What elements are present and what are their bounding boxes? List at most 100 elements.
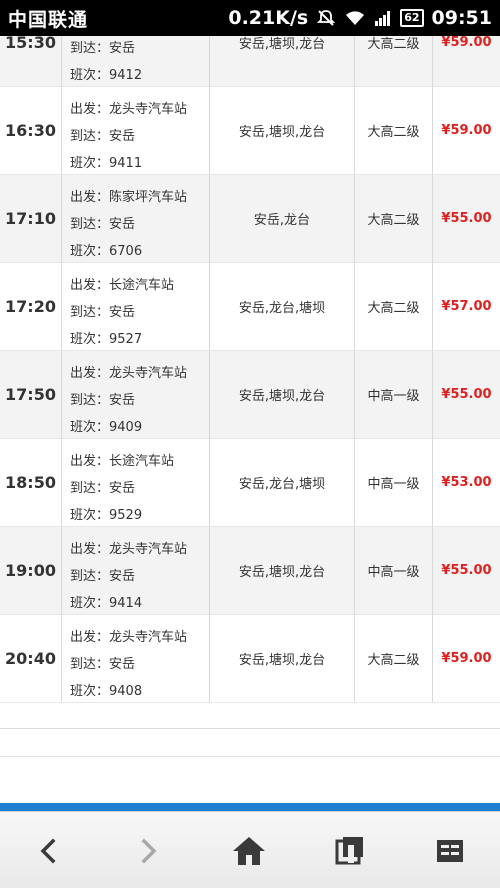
table-row[interactable]: 16:30 出发：龙头寺汽车站 到达：安岳 班次：9411 安岳,塘坝,龙台 大高二级 ¥5… [0, 87, 500, 175]
bus-number-label: 班次： [70, 508, 110, 523]
arrive-station: 到达：安岳 [70, 653, 135, 672]
bus-number-value: 6706 [109, 244, 143, 259]
depart-station: 出发：龙头寺汽车站 [70, 98, 187, 117]
schedule-table: 15:30出发：龙头寺汽车站到达：安岳班次：9412安岳,塘坝,龙台大高二级¥5… [0, 36, 500, 730]
route-info: 出发：龙头寺汽车站到达：安岳班次：9409 [62, 351, 210, 438]
route-info: 出发：龙头寺汽车站 到达：安岳 班次：9408 [62, 615, 210, 702]
tabs-button[interactable] [325, 826, 375, 876]
arrive-station-label: 到达： [70, 41, 110, 56]
bus-number-value: 9414 [109, 596, 143, 611]
via-stops: 安岳,塘坝,龙台 [210, 36, 355, 86]
menu-button[interactable] [425, 826, 475, 876]
departure-time: 19:00 [0, 527, 62, 614]
arrive-station-label: 到达： [70, 481, 110, 496]
bus-number-value: 9529 [109, 508, 143, 523]
bus-number-label: 班次： [70, 68, 110, 83]
table-row[interactable]: 17:10 出发：陈家坪汽车站 到达：安岳 班次：6706 安岳,龙台 大高二级 ¥55.0… [0, 175, 500, 263]
table-row[interactable]: 18:50 出发：长途汽车站 到达：安岳 班次：9529 安岳,龙台,塘坝 中高一级 ¥53… [0, 439, 500, 527]
table-bottom-border [0, 728, 500, 729]
departure-time: 17:50 [0, 351, 62, 438]
wifi-icon [344, 9, 366, 27]
bus-number-value: 9409 [109, 420, 143, 435]
arrive-station-value: 安岳 [109, 129, 136, 144]
depart-station: 出发：长途汽车站 [70, 274, 174, 293]
depart-station-value: 陈家坪汽车站 [109, 190, 188, 205]
arrive-station-label: 到达： [70, 393, 110, 408]
back-button[interactable] [24, 826, 74, 876]
bus-number: 班次：9527 [70, 328, 142, 347]
arrive-station: 到达：安岳 [70, 301, 135, 320]
depart-station-value: 龙头寺汽车站 [109, 630, 188, 645]
route-info: 出发：陈家坪汽车站到达：安岳班次：6706 [62, 175, 210, 262]
depart-station: 出发：龙头寺汽车站 [70, 626, 187, 645]
bus-number-label: 班次： [70, 332, 110, 347]
bus-number: 班次：9409 [70, 416, 142, 435]
depart-station: 出发：陈家坪汽车站 [70, 186, 187, 205]
arrive-station: 到达：安岳 [70, 389, 135, 408]
depart-station-value: 长途汽车站 [109, 278, 175, 293]
bus-number-value: 9408 [109, 684, 143, 699]
forward-icon [141, 838, 157, 864]
bus-number: 班次：9408 [70, 680, 142, 699]
home-icon [233, 837, 265, 865]
bus-number-label: 班次： [70, 596, 110, 611]
arrive-station: 到达：安岳 [70, 125, 135, 144]
bus-number-label: 班次： [70, 420, 110, 435]
arrive-station-value: 安岳 [109, 393, 136, 408]
departure-time: 16:30 [0, 87, 62, 174]
signal-icon [374, 9, 392, 27]
home-button[interactable] [224, 826, 274, 876]
bus-grade: 大高二级 [355, 87, 433, 174]
depart-station-label: 出发： [70, 630, 110, 645]
accent-strip [0, 803, 500, 811]
arrive-station-value: 安岳 [109, 481, 136, 496]
menu-icon [437, 840, 463, 862]
bus-number: 班次：9412 [70, 64, 142, 83]
via-stops: 安岳,龙台,塘坝 [210, 263, 355, 350]
divider [0, 756, 500, 757]
table-row[interactable]: 19:00 出发：龙头寺汽车站 到达：安岳 班次：9414 安岳,塘坝,龙台 中高一级 ¥5… [0, 527, 500, 615]
status-bar: 中国联通 0.21K/s 62 09:51 [0, 0, 500, 36]
arrive-station: 到达：安岳 [70, 37, 135, 56]
table-row[interactable]: 20:40 出发：龙头寺汽车站 到达：安岳 班次：9408 安岳,塘坝,龙台 大高二级 ¥5… [0, 615, 500, 703]
bus-number-label: 班次： [70, 684, 110, 699]
table-row[interactable]: 17:50 出发：龙头寺汽车站 到达：安岳 班次：9409 安岳,塘坝,龙台 中高一级 ¥5… [0, 351, 500, 439]
via-stops: 安岳,塘坝,龙台 [210, 615, 355, 702]
via-stops: 安岳,龙台 [210, 175, 355, 262]
bus-grade: 大高二级 [355, 615, 433, 702]
bus-number-value: 9412 [109, 68, 143, 83]
bottom-nav-bar [0, 811, 500, 888]
via-stops: 安岳,塘坝,龙台 [210, 527, 355, 614]
ticket-price: ¥55.00 [441, 387, 492, 402]
arrive-station-label: 到达： [70, 657, 110, 672]
depart-station-label: 出发： [70, 190, 110, 205]
blank-area [0, 730, 500, 803]
carrier-name: 中国联通 [8, 8, 89, 31]
depart-station-label: 出发： [70, 366, 110, 381]
depart-station-value: 长途汽车站 [109, 454, 175, 469]
departure-time: 20:40 [0, 615, 62, 702]
bus-number-label: 班次： [70, 156, 110, 171]
depart-station-label: 出发： [70, 454, 110, 469]
departure-time: 18:50 [0, 439, 62, 526]
route-info: 出发：长途汽车站到达：安岳班次：9529 [62, 439, 210, 526]
arrive-station-value: 安岳 [109, 217, 136, 232]
clock: 09:51 [431, 7, 492, 29]
arrive-station-label: 到达： [70, 217, 110, 232]
table-row[interactable]: 17:20 出发：长途汽车站 到达：安岳 班次：9527 安岳,龙台,塘坝 大高二级 ¥57… [0, 263, 500, 351]
forward-button[interactable] [123, 826, 173, 876]
arrive-station-value: 安岳 [109, 657, 136, 672]
depart-station-value: 龙头寺汽车站 [109, 366, 188, 381]
arrive-station-value: 安岳 [109, 41, 136, 56]
bus-grade: 中高一级 [355, 439, 433, 526]
via-stops: 安岳,塘坝,龙台 [210, 87, 355, 174]
status-indicators: 0.21K/s 62 09:51 [228, 7, 492, 29]
depart-station-label: 出发： [70, 102, 110, 117]
ticket-price: ¥57.00 [441, 299, 492, 314]
bus-number: 班次：9414 [70, 592, 142, 611]
network-speed: 0.21K/s [228, 7, 309, 29]
route-info: 出发：龙头寺汽车站 到达：安岳 班次：9411 [62, 87, 210, 174]
depart-station-value: 龙头寺汽车站 [109, 102, 188, 117]
bus-number: 班次：6706 [70, 240, 142, 259]
table-row[interactable]: 15:30出发：龙头寺汽车站到达：安岳班次：9412安岳,塘坝,龙台大高二级¥5… [0, 36, 500, 87]
